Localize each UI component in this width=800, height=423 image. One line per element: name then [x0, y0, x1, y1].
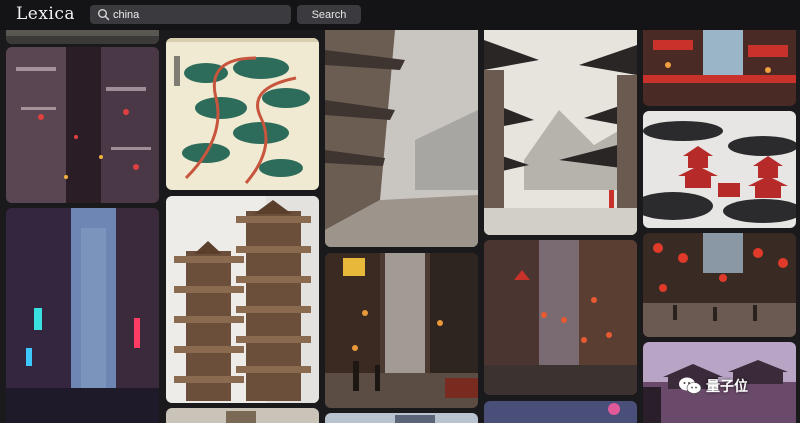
- gallery-image-chinese-rooftops-mountain-ink-painting[interactable]: [484, 30, 637, 235]
- wechat-watermark: 量子位: [678, 375, 748, 397]
- gallery-image-partial-tile-bottom-center[interactable]: [325, 413, 478, 423]
- gallery-image-red-lanterns-festival-square[interactable]: [643, 233, 796, 337]
- gallery-image-twin-pagoda-towers[interactable]: [166, 196, 319, 403]
- gallery-image-red-lantern-pagoda-town[interactable]: [643, 30, 796, 106]
- gallery-image-ink-pine-tree-scroll-painting[interactable]: [166, 38, 319, 190]
- search-icon: [98, 9, 110, 21]
- gallery-image-lantern-lit-old-town-street[interactable]: [484, 240, 637, 395]
- gallery-image-ink-red-pagoda-landscape[interactable]: [643, 111, 796, 228]
- gallery-image-cyberpunk-city-night[interactable]: [6, 30, 159, 44]
- search-button[interactable]: Search: [297, 5, 361, 24]
- lexica-logo[interactable]: Lexica: [16, 4, 75, 24]
- gallery-image-cyberpunk-city-night-street[interactable]: [6, 47, 159, 203]
- top-bar: Lexica Search: [0, 0, 800, 30]
- gallery-image-rainy-chinatown-street[interactable]: [325, 253, 478, 408]
- gallery-image-foggy-ancient-chinese-street[interactable]: [325, 30, 478, 247]
- gallery-image-neon-cyberpunk-alley[interactable]: [6, 208, 159, 423]
- watermark-text: 量子位: [706, 378, 748, 394]
- search-box[interactable]: [90, 5, 291, 24]
- gallery-image-partial-tile-bottom-left[interactable]: [166, 408, 319, 423]
- wechat-icon: [679, 377, 702, 394]
- gallery-image-partial-tile-bottom-right[interactable]: [484, 401, 637, 423]
- search-input[interactable]: [113, 6, 283, 23]
